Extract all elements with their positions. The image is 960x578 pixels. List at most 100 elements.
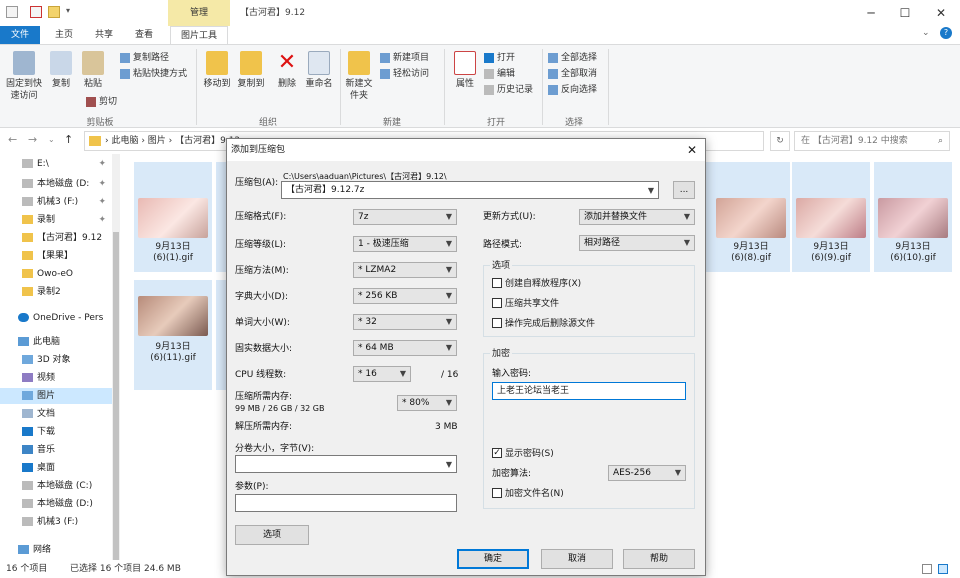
tab-view[interactable]: 查看	[128, 26, 160, 44]
help-icon[interactable]: ?	[940, 27, 952, 39]
easy-access-button[interactable]: 轻松访问	[380, 67, 429, 81]
nav-item-drive-e[interactable]: E:\ ✦	[0, 156, 112, 172]
help-button[interactable]: 帮助	[623, 549, 695, 569]
select-all-button[interactable]: 全部选择	[548, 51, 597, 65]
word-size-select[interactable]: * 32 ▼	[353, 314, 457, 330]
history-button[interactable]: 历史记录	[484, 83, 533, 97]
update-mode-select[interactable]: 添加并替换文件 ▼	[579, 209, 695, 225]
paste-shortcut-button[interactable]: 粘贴快捷方式	[120, 67, 187, 81]
show-password-checkbox[interactable]: ✓ 显示密码(S)	[492, 447, 554, 460]
delete-after-checkbox[interactable]: 操作完成后删除源文件	[492, 317, 595, 330]
level-select[interactable]: 1 - 极速压缩 ▼	[353, 236, 457, 252]
nav-item-drive-f[interactable]: 机械3 (F:) ✦	[0, 194, 112, 210]
create-sfx-checkbox[interactable]: 创建自释放程序(X)	[492, 277, 581, 290]
parameters-input[interactable]	[235, 494, 457, 512]
details-view-icon[interactable]	[922, 564, 932, 574]
path-mode-select[interactable]: 相对路径 ▼	[579, 235, 695, 251]
split-size-input[interactable]: ▼	[235, 455, 457, 473]
password-input[interactable]: 上老王论坛当老王	[492, 382, 686, 400]
rename-button[interactable]: 重命名	[302, 51, 336, 90]
nav-item-videos[interactable]: 视频	[0, 370, 112, 386]
nav-item-drive-c[interactable]: 本地磁盘 (C:)	[0, 478, 112, 494]
music-icon	[22, 445, 33, 454]
new-item-button[interactable]: 新建项目	[380, 51, 429, 65]
up-arrow-icon[interactable]: ↑	[64, 133, 73, 146]
nav-item-network[interactable]: 网络	[0, 542, 112, 558]
quick-access-dropdown-icon[interactable]: ▾	[66, 6, 70, 15]
tiles-view-icon[interactable]	[938, 564, 948, 574]
nav-scrollbar-thumb[interactable]	[113, 232, 119, 562]
nav-item-downloads[interactable]: 下载	[0, 424, 112, 440]
close-window-button[interactable]: ✕	[926, 0, 956, 26]
open-button[interactable]: 打开	[484, 51, 515, 65]
encrypt-filenames-checkbox[interactable]: 加密文件名(N)	[492, 487, 564, 500]
tab-picture-tools[interactable]: 图片工具	[170, 26, 228, 44]
browse-button[interactable]: ...	[673, 181, 695, 199]
dialog-close-button[interactable]: ✕	[679, 139, 705, 161]
options-button[interactable]: 选项	[235, 525, 309, 545]
nav-item-drive-f2[interactable]: 机械3 (F:)	[0, 514, 112, 530]
manage-tab[interactable]: 管理	[168, 0, 230, 26]
file-tile[interactable]: 9月13日 (6)(1).gif	[134, 162, 212, 272]
nav-item-record2[interactable]: 录制2	[0, 284, 112, 300]
collapse-ribbon-icon[interactable]: ⌄	[922, 28, 930, 38]
nav-item-this-pc[interactable]: 此电脑	[0, 334, 112, 350]
recent-dropdown-icon[interactable]: ⌄	[48, 135, 55, 144]
encryption-method-select[interactable]: AES-256 ▼	[608, 465, 686, 481]
maximize-button[interactable]: ☐	[890, 0, 920, 26]
nav-scrollbar[interactable]	[112, 154, 120, 562]
file-tile[interactable]: 9月13日 (6)(10).gif	[874, 162, 952, 272]
cpu-threads-select[interactable]: * 16 ▼	[353, 366, 411, 382]
file-tile[interactable]: 9月13日 (6)(9).gif	[792, 162, 870, 272]
nav-item-3d-objects[interactable]: 3D 对象	[0, 352, 112, 368]
clipboard-group-label: 剪贴板	[86, 118, 114, 128]
nav-item-drive-d2[interactable]: 本地磁盘 (D:)	[0, 496, 112, 512]
file-tile-partial[interactable]	[216, 162, 226, 272]
delete-button[interactable]: ✕ 删除	[270, 51, 304, 90]
memory-percent-select[interactable]: * 80% ▼	[397, 395, 457, 411]
edit-button[interactable]: 编辑	[484, 67, 515, 81]
nav-item-documents[interactable]: 文档	[0, 406, 112, 422]
nav-item-owo[interactable]: Owo-eO	[0, 266, 112, 282]
nav-item-record[interactable]: 录制 ✦	[0, 212, 112, 228]
new-folder-button[interactable]: 新建文件夹	[342, 51, 376, 102]
back-arrow-icon[interactable]: ←	[8, 133, 17, 146]
minimize-button[interactable]: ─	[856, 0, 886, 26]
nav-item-onedrive[interactable]: OneDrive - Pers	[0, 310, 112, 326]
select-none-button[interactable]: 全部取消	[548, 67, 597, 81]
tab-share[interactable]: 共享	[88, 26, 120, 44]
cancel-button[interactable]: 取消	[541, 549, 613, 569]
copy-to-button[interactable]: 复制到	[234, 51, 268, 90]
file-tile[interactable]: 9月13日 (6)(11).gif	[134, 280, 212, 390]
copy-path-button[interactable]: 复制路径	[120, 51, 169, 65]
file-tile-partial[interactable]	[216, 280, 226, 390]
file-tile[interactable]: 9月13日 (6)(8).gif	[712, 162, 790, 272]
nav-item-guhejun[interactable]: 【古河君】9.12	[0, 230, 112, 246]
solid-size-select[interactable]: * 64 MB ▼	[353, 340, 457, 356]
new-folder-quick-icon[interactable]	[48, 6, 60, 18]
nav-item-guoguo[interactable]: 【果果】	[0, 248, 112, 264]
nav-item-pictures[interactable]: 图片	[0, 388, 112, 404]
ok-button[interactable]: 确定	[457, 549, 529, 569]
nav-item-drive-d[interactable]: 本地磁盘 (D: ✦	[0, 176, 112, 192]
format-select[interactable]: 7z ▼	[353, 209, 457, 225]
properties-button[interactable]: 属性	[448, 51, 482, 90]
search-input[interactable]: 在 【古河君】9.12 中搜索 ⌕	[794, 131, 950, 151]
pin-quick-access-button[interactable]: 固定到快速访问	[4, 51, 44, 102]
nav-item-desktop[interactable]: 桌面	[0, 460, 112, 476]
invert-selection-button[interactable]: 反向选择	[548, 83, 597, 97]
tab-home[interactable]: 主页	[48, 26, 80, 44]
archive-name-input[interactable]: 【古河君】9.12.7z ▼	[281, 181, 659, 199]
method-select[interactable]: * LZMA2 ▼	[353, 262, 457, 278]
dictionary-select[interactable]: * 256 KB ▼	[353, 288, 457, 304]
compress-shared-checkbox[interactable]: 压缩共享文件	[492, 297, 559, 310]
paste-button[interactable]: 粘贴	[76, 51, 110, 90]
nav-item-music[interactable]: 音乐	[0, 442, 112, 458]
tab-file[interactable]: 文件	[0, 26, 40, 44]
refresh-button[interactable]: ↻	[770, 131, 790, 151]
move-to-button[interactable]: 移动到	[200, 51, 234, 90]
cut-button[interactable]: 剪切	[86, 95, 117, 109]
copy-button[interactable]: 复制	[44, 51, 78, 90]
properties-quick-icon[interactable]	[30, 6, 42, 18]
forward-arrow-icon[interactable]: →	[28, 133, 37, 146]
